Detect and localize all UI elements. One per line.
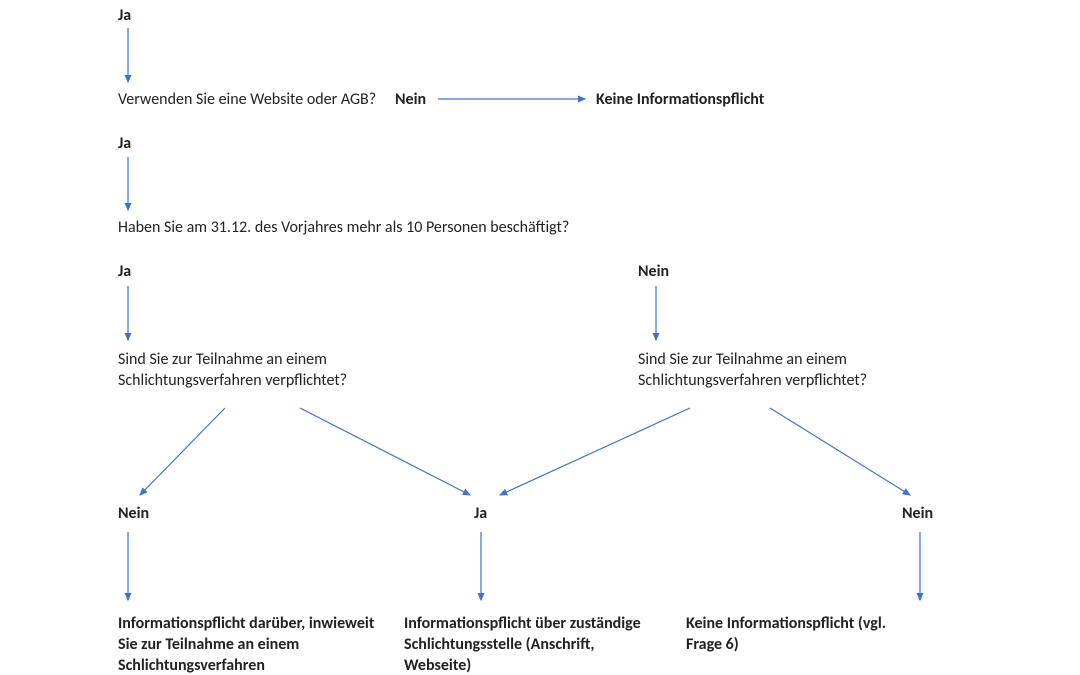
answer-nein-bottom-right: Nein (902, 504, 933, 525)
answer-ja-bottom-mid: Ja (474, 504, 487, 525)
result-left: Informationspflicht darüber, inwieweit S… (118, 614, 378, 675)
answer-nein-3: Nein (638, 262, 669, 283)
result-right: Keine Informationspflicht (vgl. Frage 6) (686, 614, 906, 656)
answer-nein-bottom-left: Nein (118, 504, 149, 525)
answer-ja-2: Ja (118, 134, 131, 155)
answer-nein-website: Nein (395, 90, 426, 111)
question-schlichtung-right: Sind Sie zur Teilnahme an einem Schlicht… (638, 350, 918, 392)
question-schlichtung-left: Sind Sie zur Teilnahme an einem Schlicht… (118, 350, 398, 392)
answer-ja-1: Ja (118, 6, 131, 27)
result-mid: Informationspflicht über zuständige Schl… (404, 614, 644, 675)
result-no-info-top: Keine Informationspflicht (596, 90, 764, 111)
question-website-agb: Verwenden Sie eine Website oder AGB? (118, 90, 376, 111)
question-employees: Haben Sie am 31.12. des Vorjahres mehr a… (118, 218, 569, 239)
answer-ja-3: Ja (118, 262, 131, 283)
